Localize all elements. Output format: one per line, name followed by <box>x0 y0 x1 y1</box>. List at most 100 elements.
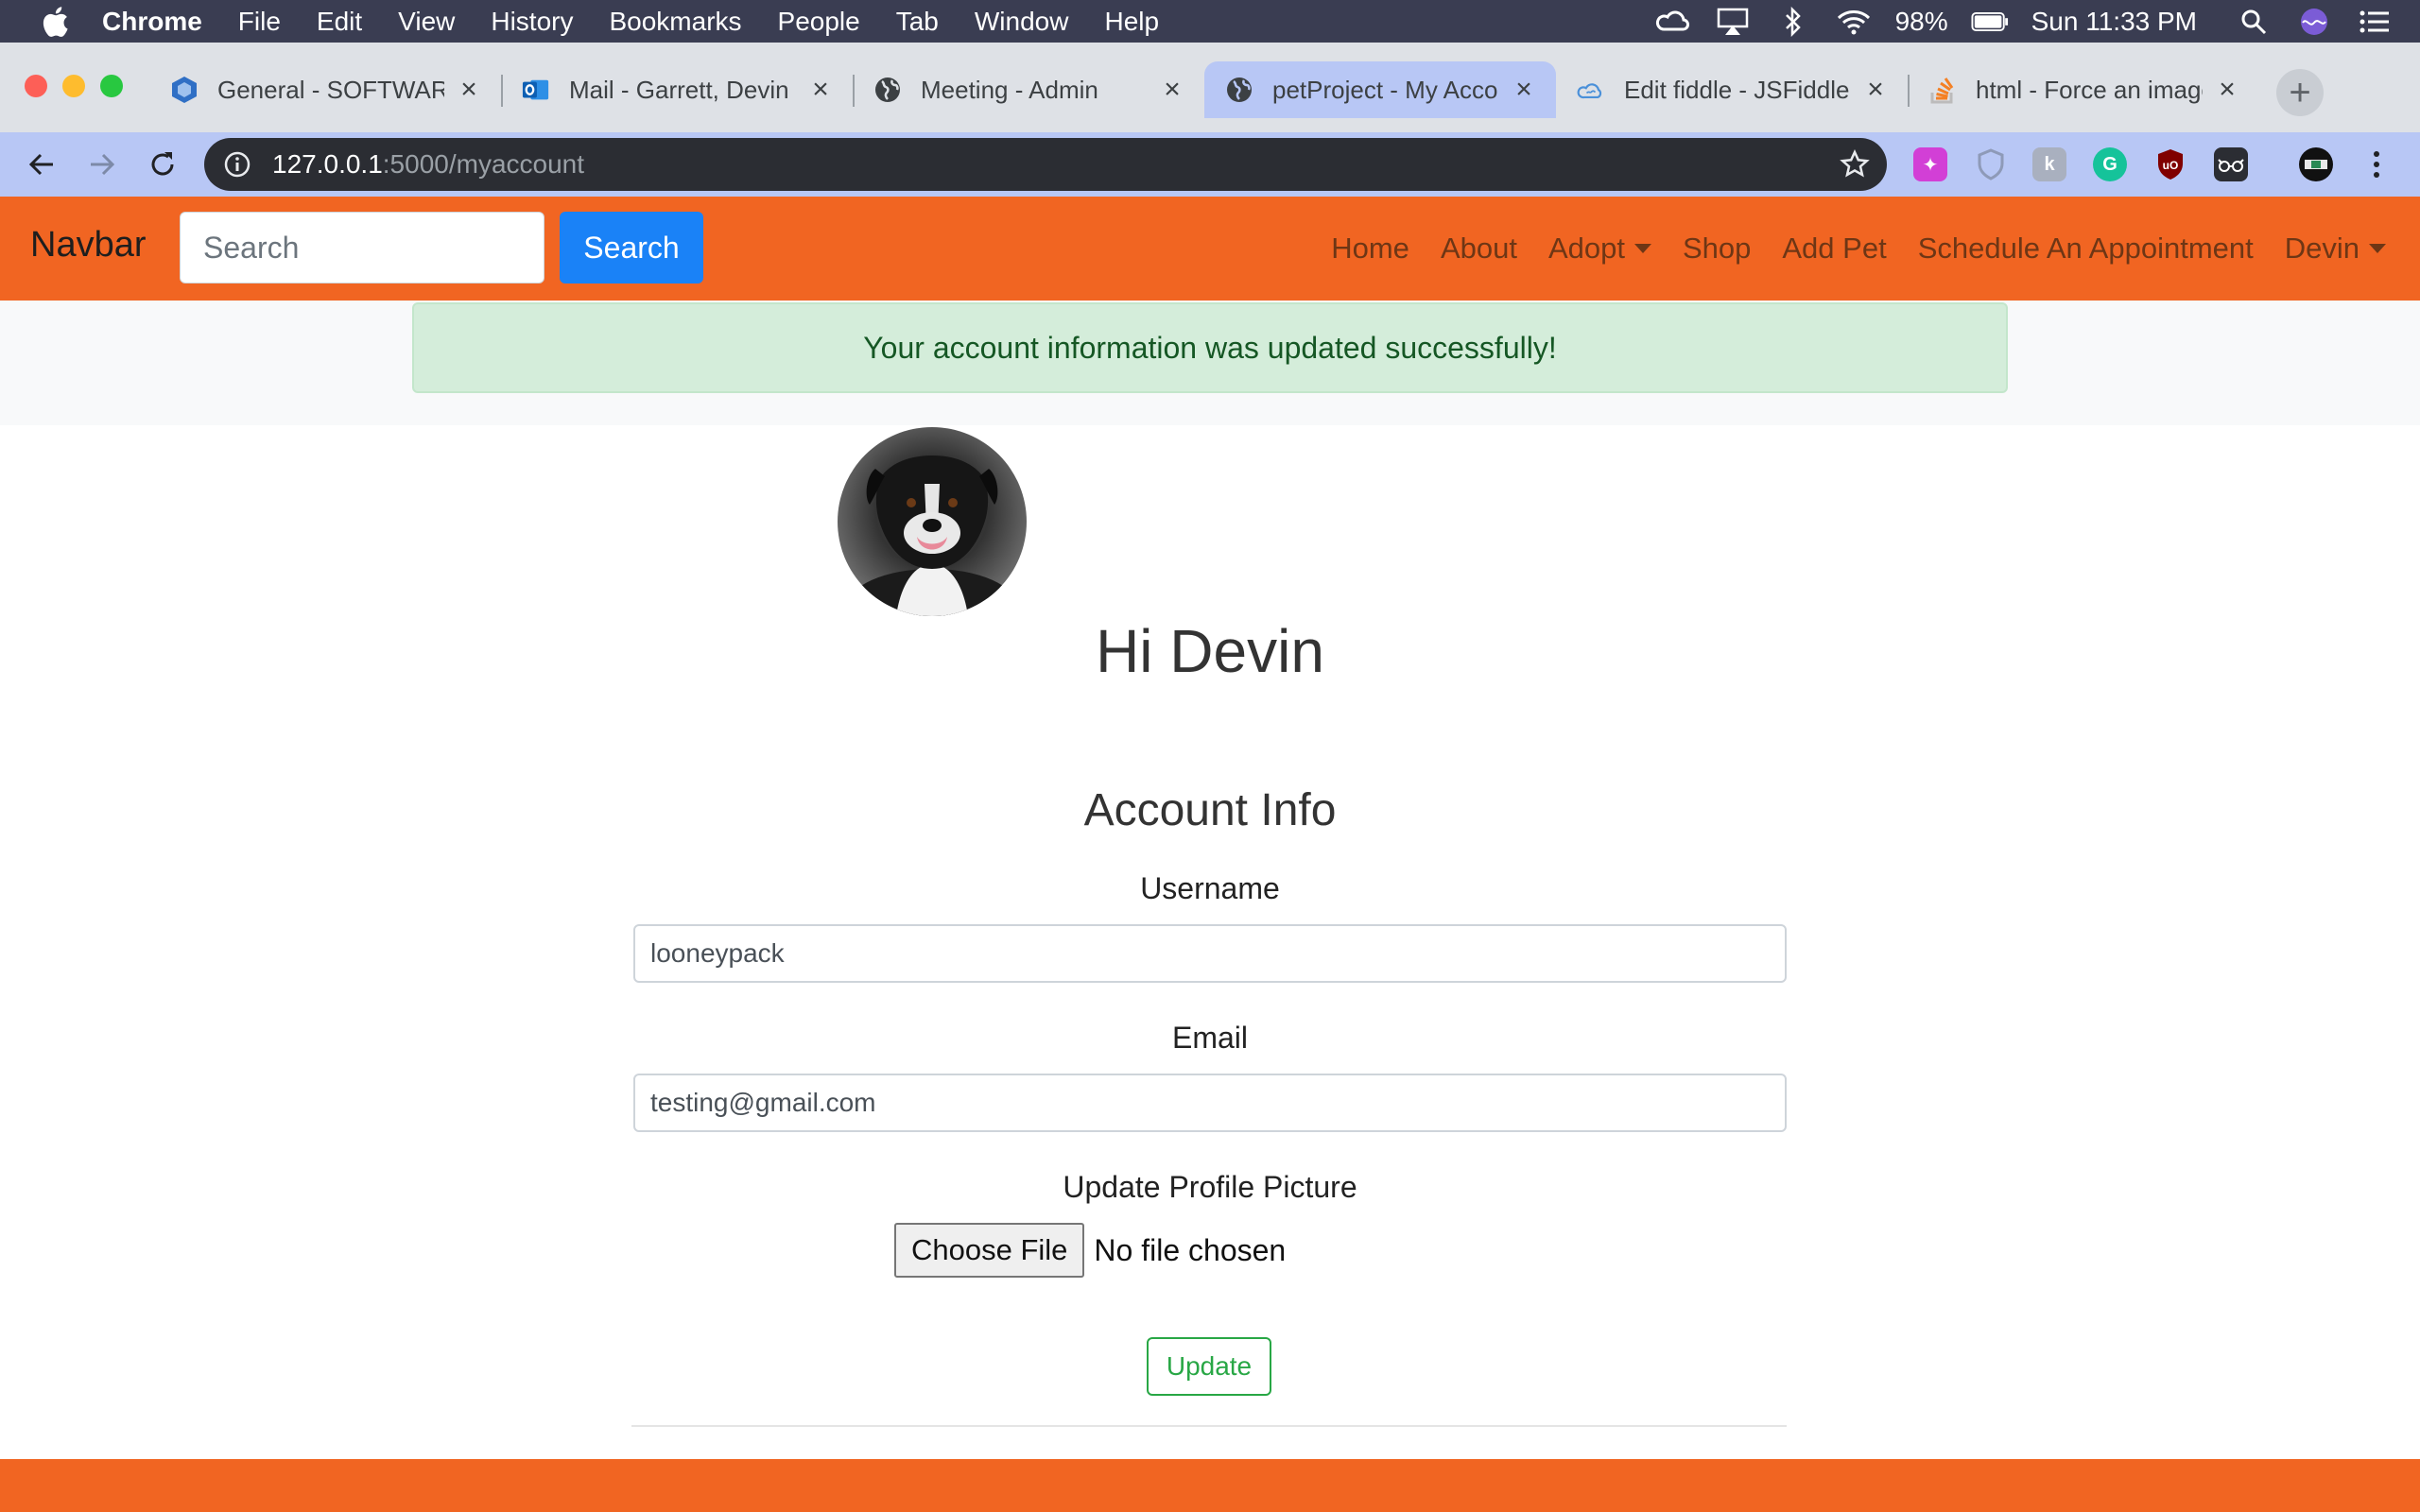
back-icon[interactable] <box>23 146 60 183</box>
url-host: 127.0.0.1 <box>272 149 383 179</box>
battery-percentage: 98% <box>1894 6 1948 36</box>
greeting-heading: Hi Devin <box>1096 617 1324 685</box>
extension-shield-icon[interactable] <box>1974 147 2008 181</box>
nav-link-schedule-appointment[interactable]: Schedule An Appointment <box>1918 232 2254 266</box>
search-button[interactable]: Search <box>560 212 703 284</box>
menu-window[interactable]: Window <box>975 7 1069 37</box>
nav-dropdown-adopt[interactable]: Adopt <box>1548 232 1651 266</box>
extension-glasses-icon[interactable] <box>2214 147 2248 181</box>
apple-icon[interactable] <box>36 3 74 41</box>
menu-edit[interactable]: Edit <box>317 7 362 37</box>
caret-down-icon <box>1634 244 1651 253</box>
tab-close-icon[interactable]: × <box>1511 74 1537 105</box>
site-info-icon[interactable] <box>221 148 253 180</box>
menubar-clock[interactable]: Sun 11:33 PM <box>2031 7 2197 37</box>
email-field[interactable] <box>633 1074 1787 1132</box>
account-info-heading: Account Info <box>1083 785 1337 835</box>
caret-down-icon <box>2369 244 2386 253</box>
battery-icon[interactable] <box>1971 3 2009 41</box>
window-zoom-button[interactable] <box>100 75 123 97</box>
globe-icon <box>1225 76 1253 104</box>
tab-title: Mail - Garrett, Devin - Outlook <box>569 75 796 104</box>
jsfiddle-icon <box>1577 76 1605 104</box>
ublock-origin-icon[interactable]: uO <box>2153 147 2187 181</box>
menu-people[interactable]: People <box>778 7 860 37</box>
site-footer <box>0 1459 2420 1512</box>
address-bar[interactable]: 127.0.0.1:5000/myaccount <box>204 138 1887 191</box>
tab-title: Meeting - Admin <box>921 75 1098 104</box>
menu-view[interactable]: View <box>398 7 455 37</box>
site-navbar: Navbar Search Home About Adopt Shop Add … <box>0 197 2420 301</box>
window-minimize-button[interactable] <box>62 75 85 97</box>
siri-icon[interactable] <box>2295 3 2333 41</box>
choose-file-button[interactable]: Choose File <box>894 1223 1085 1278</box>
profile-avatar-icon[interactable] <box>2299 147 2333 181</box>
nav-link-adopt-label: Adopt <box>1547 232 1625 265</box>
profile-picture-file-input: Choose File No file chosen <box>894 1223 1286 1278</box>
tab-close-icon[interactable]: × <box>1159 74 1185 105</box>
chrome-menu-icon[interactable] <box>2360 147 2394 181</box>
browser-tab[interactable]: Edit fiddle - JSFiddle × <box>1556 61 1908 118</box>
menu-file[interactable]: File <box>238 7 281 37</box>
nav-link-home[interactable]: Home <box>1331 232 1409 266</box>
browser-tab-strip: General - SOFTWARE × Mail - Garrett, Dev… <box>0 43 2420 132</box>
new-tab-button[interactable]: + <box>2276 69 2324 116</box>
browser-tab-active[interactable]: petProject - My Account × <box>1204 61 1556 118</box>
nav-link-about[interactable]: About <box>1441 232 1517 266</box>
tab-title: General - SOFTWARE <box>217 75 444 104</box>
reload-icon[interactable] <box>144 146 182 183</box>
update-button[interactable]: Update <box>1147 1337 1271 1396</box>
profile-avatar <box>838 427 1027 616</box>
window-close-button[interactable] <box>25 75 47 97</box>
browser-tab[interactable]: Meeting - Admin × <box>853 61 1204 118</box>
section-divider <box>631 1425 1787 1427</box>
url-path: :5000/myaccount <box>382 149 585 179</box>
menu-bookmarks[interactable]: Bookmarks <box>609 7 741 37</box>
nav-dropdown-user[interactable]: Devin <box>2285 232 2386 266</box>
tab-close-icon[interactable]: × <box>1862 74 1889 105</box>
success-alert: Your account information was updated suc… <box>412 302 2008 393</box>
username-field[interactable] <box>633 924 1787 983</box>
browser-tab[interactable]: html - Force an image × <box>1908 61 2259 118</box>
grammarly-icon[interactable]: G <box>2093 147 2127 181</box>
menubar-status-area: 98% Sun 11:33 PM <box>1631 0 2394 43</box>
success-alert-message: Your account information was updated suc… <box>863 330 1557 365</box>
tab-close-icon[interactable]: × <box>807 74 834 105</box>
creative-cloud-icon[interactable] <box>1653 3 1691 41</box>
tab-title: petProject - My Account <box>1272 75 1499 104</box>
search-input[interactable] <box>180 212 544 284</box>
wifi-icon[interactable] <box>1835 3 1873 41</box>
forward-icon[interactable] <box>83 146 121 183</box>
tab-title: html - Force an image <box>1976 75 2203 104</box>
airplay-icon[interactable] <box>1714 3 1752 41</box>
menu-tab[interactable]: Tab <box>896 7 939 37</box>
tab-title: Edit fiddle - JSFiddle <box>1624 75 1850 104</box>
globe-icon <box>873 76 902 104</box>
spotlight-search-icon[interactable] <box>2235 3 2273 41</box>
extension-puzzle-icon[interactable]: ✦ <box>1913 147 1947 181</box>
browser-toolbar: 127.0.0.1:5000/myaccount ✦ k G uO <box>0 132 2420 197</box>
bluetooth-icon[interactable] <box>1774 3 1812 41</box>
menu-help[interactable]: Help <box>1104 7 1159 37</box>
notification-center-icon[interactable] <box>2356 3 2394 41</box>
username-label: Username <box>1140 871 1280 905</box>
tab-close-icon[interactable]: × <box>2214 74 2240 105</box>
outlook-icon <box>522 76 550 104</box>
menu-app-name[interactable]: Chrome <box>102 7 202 37</box>
svg-text:uO: uO <box>2163 159 2179 172</box>
nav-link-add-pet[interactable]: Add Pet <box>1782 232 1886 266</box>
nav-user-label: Devin <box>2284 232 2360 265</box>
teams-icon <box>170 76 199 104</box>
file-status-text: No file chosen <box>1094 1232 1287 1267</box>
browser-tab[interactable]: General - SOFTWARE × <box>149 61 501 118</box>
browser-tab[interactable]: Mail - Garrett, Devin - Outlook × <box>501 61 853 118</box>
tab-close-icon[interactable]: × <box>456 74 482 105</box>
profile-picture-label: Update Profile Picture <box>1063 1170 1357 1204</box>
stackoverflow-icon <box>1928 76 1957 104</box>
extension-kb-icon[interactable]: k <box>2032 147 2066 181</box>
bookmark-star-icon[interactable] <box>1840 148 1870 180</box>
nav-link-shop[interactable]: Shop <box>1683 232 1751 266</box>
menu-history[interactable]: History <box>491 7 573 37</box>
navbar-brand[interactable]: Navbar <box>30 225 147 266</box>
email-label: Email <box>1171 1021 1248 1055</box>
